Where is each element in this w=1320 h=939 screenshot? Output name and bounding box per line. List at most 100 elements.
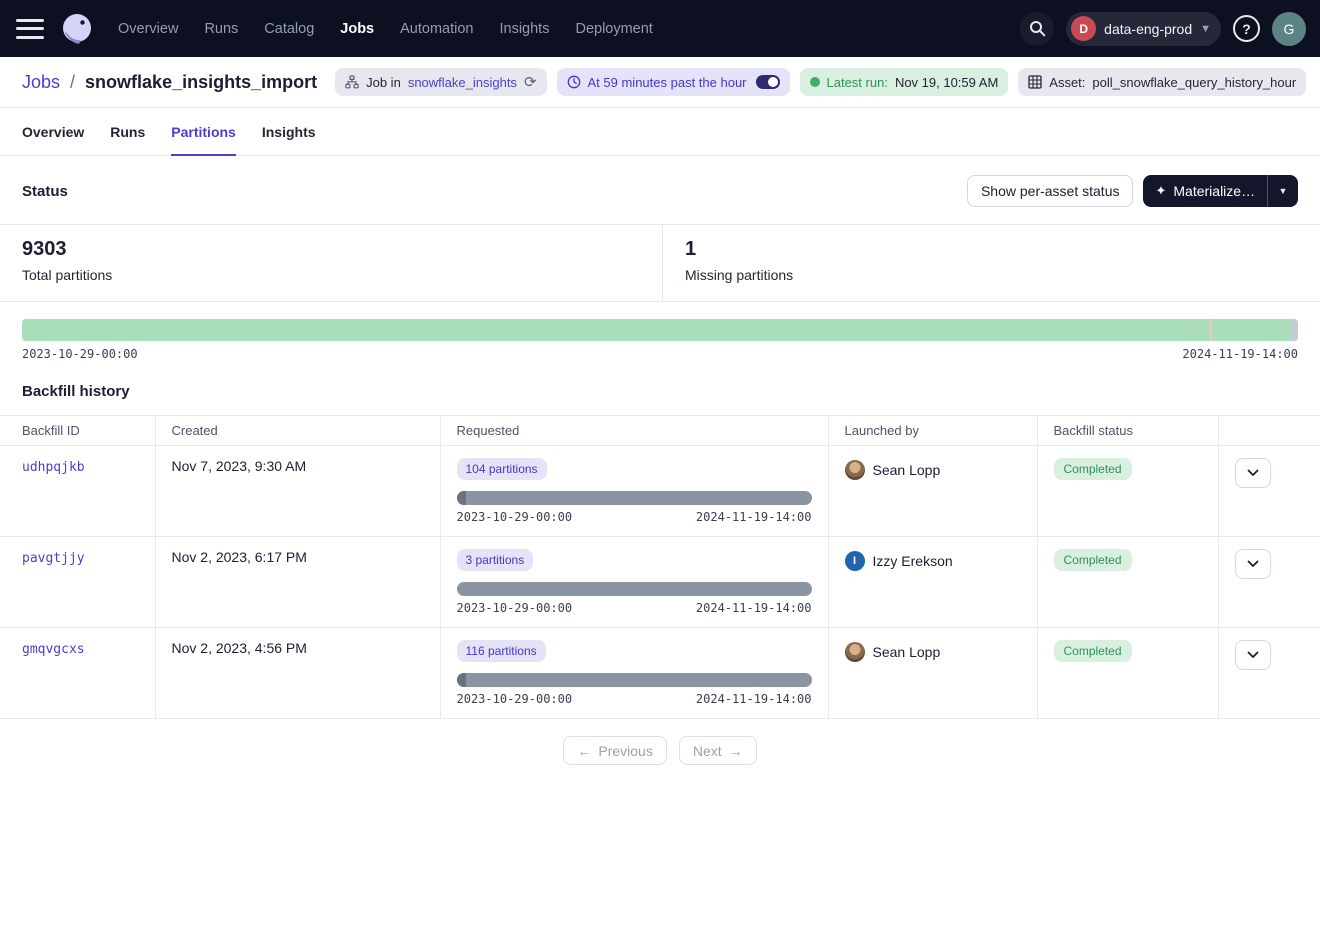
job-tabs: Overview Runs Partitions Insights [0,108,1320,156]
partition-range-end: 2024-11-19-14:00 [1182,347,1298,361]
requested-range-bar [457,491,812,505]
asset-badge: Asset: poll_snowflake_query_history_hour [1018,68,1306,96]
dagster-octopus-icon [59,11,95,47]
sparkle-icon: ✦ [1155,183,1166,199]
chevron-down-icon [1247,651,1259,659]
schedule-toggle[interactable] [756,75,780,89]
breadcrumb-jobs-link[interactable]: Jobs [22,72,60,93]
requested-range-end: 2024-11-19-14:00 [696,510,812,524]
search-icon [1029,20,1046,37]
deployment-switcher[interactable]: D data-eng-prod ▼ [1066,12,1221,46]
materialize-button[interactable]: ✦ Materialize… [1143,175,1267,207]
previous-label: Previous [598,743,652,759]
total-partitions-label: Total partitions [22,267,640,283]
tab-partitions[interactable]: Partitions [171,108,236,155]
requested-partitions-pill: 3 partitions [457,549,534,571]
primary-nav: Overview Runs Catalog Jobs Automation In… [118,21,653,37]
search-button[interactable] [1020,12,1054,46]
user-photo-avatar [845,642,865,662]
next-label: Next [693,743,722,759]
requested-range-bar [457,582,812,596]
next-page-button[interactable]: Next → [679,736,757,765]
tab-insights[interactable]: Insights [262,108,316,155]
created-timestamp: Nov 7, 2023, 9:30 AM [172,458,307,474]
status-badge: Completed [1054,640,1132,662]
materialize-button-group: ✦ Materialize… ▼ [1143,175,1298,207]
menu-hamburger-icon[interactable] [16,19,44,39]
col-actions [1218,416,1320,446]
table-row: udhpqjkb Nov 7, 2023, 9:30 AM 104 partit… [0,446,1320,537]
materialize-label: Materialize… [1173,183,1255,199]
help-button[interactable]: ? [1233,15,1260,42]
job-location-badge: Job in snowflake_insights ⟳ [335,68,546,96]
deployment-badge: D [1071,16,1096,41]
chevron-down-icon [1247,560,1259,568]
latest-run-label: Latest run: [827,75,888,90]
latest-run-time-link[interactable]: Nov 19, 10:59 AM [895,75,998,90]
chevron-down-icon [1247,469,1259,477]
user-avatar[interactable]: G [1272,12,1306,46]
asset-name-link[interactable]: poll_snowflake_query_history_hour [1092,75,1296,90]
schedule-badge: At 59 minutes past the hour [557,68,790,96]
job-in-label: Job in [366,75,401,90]
top-navbar: Overview Runs Catalog Jobs Automation In… [0,0,1320,57]
backfill-id-link[interactable]: gmqvgcxs [22,642,85,657]
nav-item-automation[interactable]: Automation [400,21,473,37]
status-badge: Completed [1054,549,1132,571]
previous-page-button[interactable]: ← Previous [563,736,666,765]
chevron-down-icon: ▼ [1200,23,1211,35]
requested-range-bar [457,673,812,687]
backfill-id-link[interactable]: pavgtjjy [22,551,85,566]
show-per-asset-status-button[interactable]: Show per-asset status [967,175,1134,207]
table-header-row: Backfill ID Created Requested Launched b… [0,416,1320,446]
user-photo-avatar [845,460,865,480]
col-created: Created [155,416,440,446]
refresh-icon[interactable]: ⟳ [524,73,537,91]
nav-item-jobs[interactable]: Jobs [340,21,374,37]
total-partitions-count: 9303 [22,238,640,261]
launched-by-name: Sean Lopp [873,462,941,478]
page-title: snowflake_insights_import [85,72,317,93]
asset-label: Asset: [1049,75,1085,90]
row-actions-button[interactable] [1235,640,1271,670]
requested-range-end: 2024-11-19-14:00 [696,692,812,706]
status-title: Status [22,183,68,200]
arrow-left-icon: ← [577,743,591,759]
code-location-link[interactable]: snowflake_insights [408,75,517,90]
clock-icon [567,75,581,89]
backfill-history-title: Backfill history [22,383,1298,400]
breadcrumb-row: Jobs / snowflake_insights_import Job in … [0,57,1320,108]
dagster-logo[interactable] [58,10,96,48]
latest-run-badge: Latest run: Nov 19, 10:59 AM [800,68,1009,96]
row-actions-button[interactable] [1235,458,1271,488]
user-initial-avatar: I [845,551,865,571]
materialize-dropdown-button[interactable]: ▼ [1268,175,1298,207]
requested-range-end: 2024-11-19-14:00 [696,601,812,615]
backfill-id-link[interactable]: udhpqjkb [22,460,85,475]
missing-partitions-count: 1 [685,238,793,261]
tab-runs[interactable]: Runs [110,108,145,155]
partition-counts: 9303 Total partitions 1 Missing partitio… [0,224,1320,302]
nav-item-runs[interactable]: Runs [204,21,238,37]
created-timestamp: Nov 2, 2023, 4:56 PM [172,640,307,656]
col-backfill-id: Backfill ID [0,416,155,446]
launched-by-name: Sean Lopp [873,644,941,660]
nav-item-deployment[interactable]: Deployment [575,21,652,37]
partition-health-bar[interactable] [22,319,1298,341]
schedule-text: At 59 minutes past the hour [588,75,747,90]
row-actions-button[interactable] [1235,549,1271,579]
requested-range-start: 2023-10-29-00:00 [457,601,573,615]
asset-grid-icon [1028,75,1042,89]
nav-item-overview[interactable]: Overview [118,21,178,37]
nav-item-catalog[interactable]: Catalog [264,21,314,37]
pagination: ← Previous Next → [0,719,1320,782]
question-icon: ? [1242,21,1251,37]
requested-partitions-pill: 104 partitions [457,458,547,480]
status-section-header: Status Show per-asset status ✦ Materiali… [0,156,1320,224]
partition-range-start: 2023-10-29-00:00 [22,347,138,361]
tab-overview[interactable]: Overview [22,108,84,155]
missing-partitions-label: Missing partitions [685,267,793,283]
nav-item-insights[interactable]: Insights [499,21,549,37]
missing-partition-segment [1291,319,1298,341]
requested-partitions-pill: 116 partitions [457,640,546,662]
